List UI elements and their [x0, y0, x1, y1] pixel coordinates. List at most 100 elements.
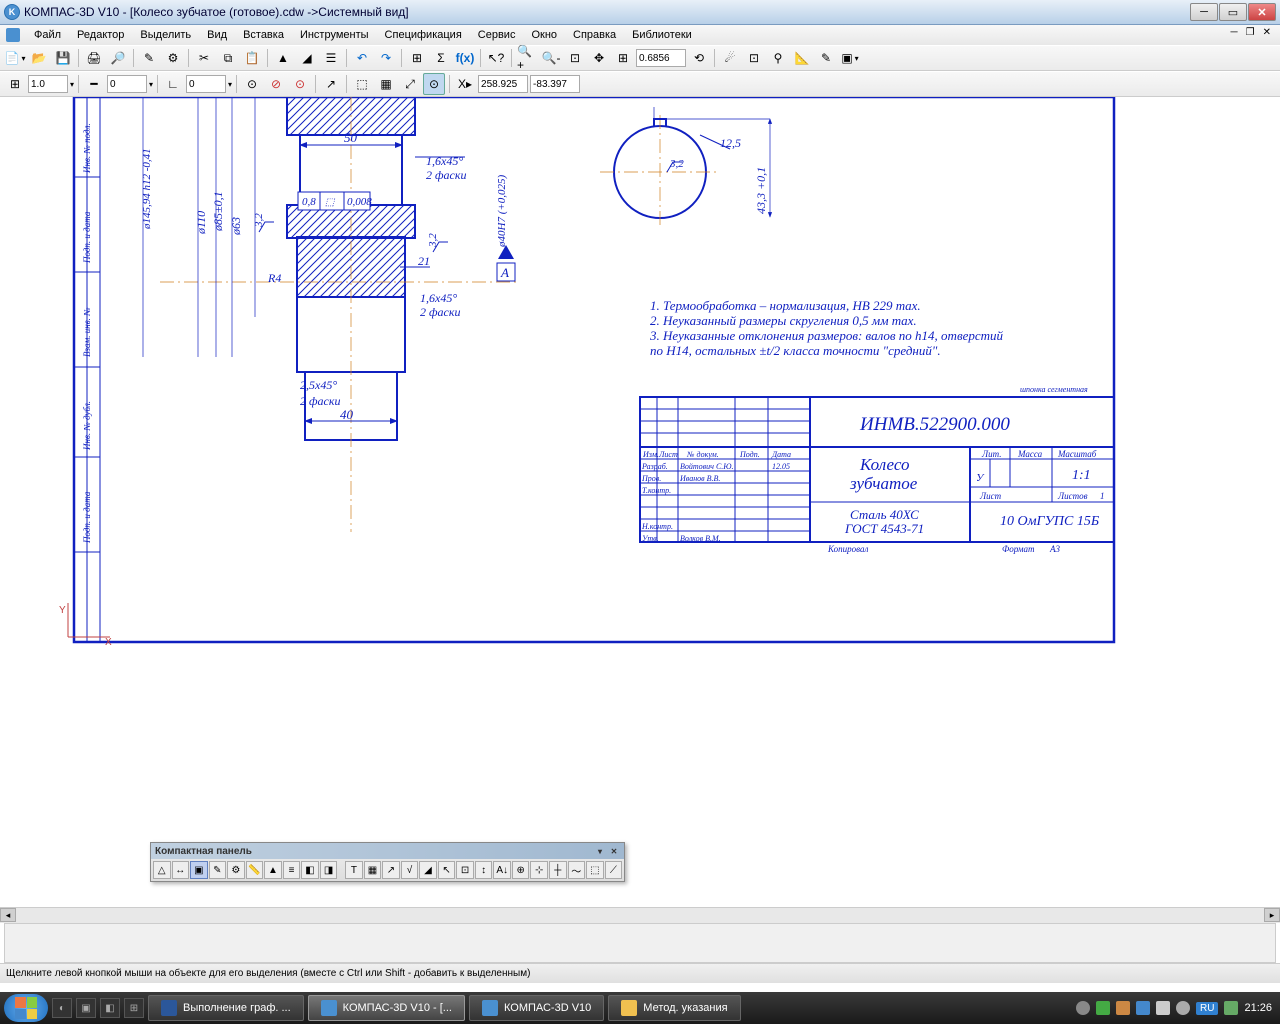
tool-btn-5[interactable]: ⊞ — [406, 47, 428, 69]
tray-icon-4[interactable] — [1136, 1001, 1150, 1015]
ortho-button[interactable]: ∟ — [162, 73, 184, 95]
tray-icon-3[interactable] — [1116, 1001, 1130, 1015]
mdi-close[interactable]: ✕ — [1260, 27, 1274, 38]
step-input[interactable] — [28, 75, 68, 93]
menu-help[interactable]: Справка — [565, 27, 624, 43]
compact-panel-dropdown[interactable]: ▾ — [594, 845, 606, 857]
snap-toggle-1[interactable]: ⊘ — [265, 73, 287, 95]
tool-btn-4[interactable]: ◢ — [296, 47, 318, 69]
copy-button[interactable]: ⧉ — [217, 47, 239, 69]
tool-btn-11[interactable]: ▣ — [839, 47, 861, 69]
cp-btn-select[interactable]: ▲ — [264, 861, 282, 879]
zoom-value-input[interactable] — [636, 49, 686, 67]
quick-launch-1[interactable]: ◐ — [52, 998, 72, 1018]
quick-launch-3[interactable]: ◧ — [100, 998, 120, 1018]
compact-panel-close[interactable]: ✕ — [608, 845, 620, 857]
cp-btn-edit[interactable]: ✎ — [209, 861, 227, 879]
cp-btn-tolerance[interactable]: ⊡ — [456, 861, 474, 879]
zoom-out-button[interactable]: 🔍- — [540, 47, 562, 69]
zoom-prev-button[interactable]: ⟲ — [688, 47, 710, 69]
hscroll-right[interactable]: ▸ — [1264, 908, 1280, 922]
tool-btn-9[interactable]: 📐 — [791, 47, 813, 69]
mdi-restore[interactable]: ❐ — [1243, 27, 1258, 38]
cp-btn-base[interactable]: ◢ — [419, 861, 437, 879]
cp-btn-centerline[interactable]: ⊹ — [530, 861, 548, 879]
menu-editor[interactable]: Редактор — [69, 27, 132, 43]
snap-toggle-2[interactable]: ⊙ — [289, 73, 311, 95]
cp-btn-13[interactable]: ↗ — [382, 861, 400, 879]
cp-btn-10[interactable]: ◨ — [320, 861, 338, 879]
angle-input[interactable] — [186, 75, 226, 93]
language-indicator[interactable]: RU — [1196, 1002, 1218, 1015]
tray-icon-7[interactable] — [1224, 1001, 1238, 1015]
close-button[interactable]: ✕ — [1248, 3, 1276, 21]
cp-btn-25[interactable]: ⟋ — [605, 861, 623, 879]
menu-instruments[interactable]: Инструменты — [292, 27, 377, 43]
snap-grid-button[interactable]: ⊞ — [4, 73, 26, 95]
zoom-in-button[interactable]: 🔍+ — [516, 47, 538, 69]
cp-btn-24[interactable]: ⬚ — [586, 861, 604, 879]
properties-button[interactable]: ☰ — [320, 47, 342, 69]
style-input[interactable] — [107, 75, 147, 93]
cp-btn-12[interactable]: ▦ — [364, 861, 382, 879]
menu-view[interactable]: Вид — [199, 27, 235, 43]
cp-btn-axis[interactable]: ┼ — [549, 861, 567, 879]
quick-launch-2[interactable]: ▣ — [76, 998, 96, 1018]
start-button[interactable] — [4, 994, 48, 1022]
cp-btn-section[interactable]: ↕ — [475, 861, 493, 879]
app-menu-icon[interactable] — [6, 28, 20, 42]
pan-button[interactable]: ✥ — [588, 47, 610, 69]
tool-btn-3[interactable]: ▲ — [272, 47, 294, 69]
redo-button[interactable]: ↷ — [375, 47, 397, 69]
save-button[interactable]: 💾 — [52, 47, 74, 69]
cp-btn-20[interactable]: ⊕ — [512, 861, 530, 879]
menu-libraries[interactable]: Библиотеки — [624, 27, 700, 43]
taskbar-item-3[interactable]: КОМПАС-3D V10 — [469, 995, 604, 1021]
print-preview-button[interactable]: 🔎 — [107, 47, 129, 69]
tool-btn-s2[interactable]: ▦ — [375, 73, 397, 95]
hscroll-left[interactable]: ◂ — [0, 908, 16, 922]
cp-btn-spec[interactable]: ≡ — [283, 861, 301, 879]
tool-btn-s1[interactable]: ⬚ — [351, 73, 373, 95]
new-button[interactable]: 📄 — [4, 47, 26, 69]
tool-btn-s3[interactable]: ⤢ — [399, 73, 421, 95]
tool-btn-2[interactable]: ⚙ — [162, 47, 184, 69]
zoom-fit-button[interactable]: ⊞ — [612, 47, 634, 69]
tray-icon-5[interactable] — [1156, 1001, 1170, 1015]
paste-button[interactable]: 📋 — [241, 47, 263, 69]
quick-launch-4[interactable]: ⊞ — [124, 998, 144, 1018]
tool-btn-1[interactable]: ✎ — [138, 47, 160, 69]
cp-btn-wave[interactable]: ～ — [568, 861, 586, 879]
line-style-button[interactable]: ━ — [83, 73, 105, 95]
tool-btn-7[interactable]: ⊡ — [743, 47, 765, 69]
property-panel[interactable] — [4, 923, 1276, 963]
open-button[interactable]: 📂 — [28, 47, 50, 69]
coord-x-input[interactable] — [478, 75, 528, 93]
cp-btn-text[interactable]: T — [345, 861, 363, 879]
cp-btn-dimensions[interactable]: ↔ — [172, 861, 190, 879]
tool-btn-10[interactable]: ✎ — [815, 47, 837, 69]
tray-icon-1[interactable] — [1076, 1001, 1090, 1015]
cp-btn-params[interactable]: ⚙ — [227, 861, 245, 879]
taskbar-item-2[interactable]: КОМПАС-3D V10 - [... — [308, 995, 465, 1021]
horizontal-scrollbar[interactable]: ◂ ▸ — [0, 907, 1280, 923]
local-cs-button[interactable]: ↗ — [320, 73, 342, 95]
maximize-button[interactable]: ▭ — [1219, 3, 1247, 21]
cp-btn-measure[interactable]: 📏 — [246, 861, 264, 879]
mdi-minimize[interactable]: ─ — [1228, 27, 1241, 38]
tray-icon-6[interactable] — [1176, 1001, 1190, 1015]
variables-button[interactable]: Σ — [430, 47, 452, 69]
cp-btn-geometry[interactable]: △ — [153, 861, 171, 879]
cp-btn-leader[interactable]: ↖ — [438, 861, 456, 879]
menu-service[interactable]: Сервис — [470, 27, 524, 43]
cp-btn-designation[interactable]: ▣ — [190, 861, 208, 879]
fx-button[interactable]: f(x) — [454, 47, 476, 69]
drawing-canvas[interactable]: Инв. № подл. Подп. и дата Взам. инв. № И… — [0, 97, 1280, 907]
menu-select[interactable]: Выделить — [132, 27, 199, 43]
print-button[interactable]: 🖨 — [83, 47, 105, 69]
tool-btn-8[interactable]: ⚲ — [767, 47, 789, 69]
menu-window[interactable]: Окно — [523, 27, 565, 43]
taskbar-item-1[interactable]: Выполнение граф. ... — [148, 995, 304, 1021]
undo-button[interactable]: ↶ — [351, 47, 373, 69]
cp-btn-9[interactable]: ◧ — [301, 861, 319, 879]
